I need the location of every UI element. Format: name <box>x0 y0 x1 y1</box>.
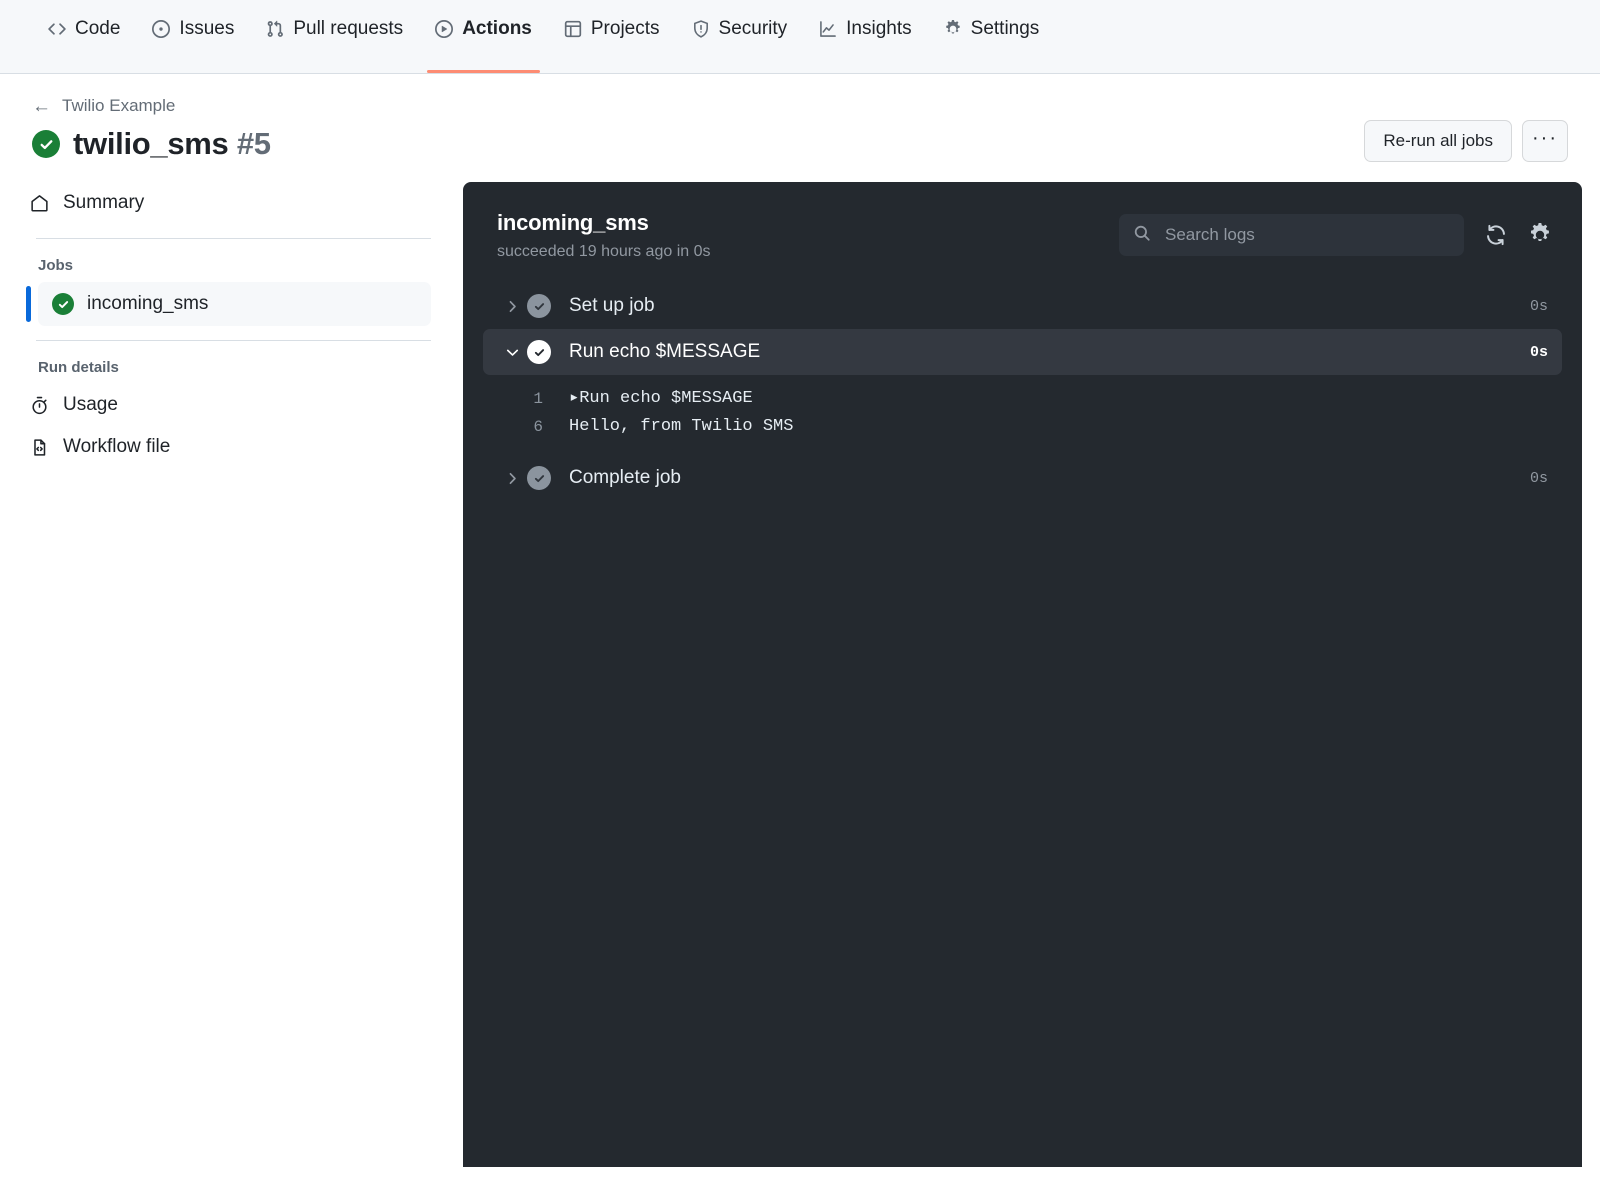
log-panel-controls <box>1119 214 1552 256</box>
run-number: #5 <box>237 126 271 161</box>
run-header-left: ← Twilio Example twilio_sms #5 <box>32 96 271 162</box>
sidebar-item-workflow-file[interactable]: Workflow file <box>18 426 431 468</box>
log-panel-title-block: incoming_sms succeeded 19 hours ago in 0… <box>497 210 710 261</box>
sidebar-item-summary[interactable]: Summary <box>18 182 431 224</box>
table-icon <box>564 20 582 38</box>
git-pull-request-icon <box>266 20 284 38</box>
refresh-icon[interactable] <box>1484 223 1508 247</box>
log-step-complete-job[interactable]: Complete job 0s <box>483 455 1562 501</box>
log-step-duration: 0s <box>1530 470 1548 487</box>
run-header: ← Twilio Example twilio_sms #5 Re-run al… <box>0 74 1600 162</box>
search-logs-box[interactable] <box>1119 214 1464 256</box>
repo-nav: Code Issues Pull requests Actions Projec… <box>0 0 1600 74</box>
log-line: 6 Hello, from Twilio SMS <box>483 413 1562 441</box>
nav-item-insights[interactable]: Insights <box>803 0 927 73</box>
chevron-right-icon <box>497 299 527 314</box>
nav-item-label: Pull requests <box>293 18 403 40</box>
code-icon <box>48 20 66 38</box>
nav-item-label: Actions <box>462 18 532 40</box>
back-link-label: Twilio Example <box>62 96 175 116</box>
log-step-run-echo-message[interactable]: Run echo $MESSAGE 0s <box>483 329 1562 375</box>
log-line: 1 ▸Run echo $MESSAGE <box>483 385 1562 413</box>
log-step-label: Set up job <box>569 295 1530 317</box>
nav-item-label: Code <box>75 18 120 40</box>
nav-item-projects[interactable]: Projects <box>548 0 676 73</box>
log-line-text: Hello, from Twilio SMS <box>569 413 793 441</box>
run-body: Summary Jobs incoming_sms Run details Us… <box>0 162 1600 1167</box>
nav-item-label: Insights <box>846 18 911 40</box>
log-step-label: Complete job <box>569 467 1530 489</box>
workflow-file-icon <box>30 438 49 457</box>
log-line-number: 6 <box>483 413 543 441</box>
nav-item-settings[interactable]: Settings <box>928 0 1056 73</box>
log-step-duration: 0s <box>1530 344 1548 361</box>
run-status-success-icon <box>32 130 60 158</box>
log-panel-header: incoming_sms succeeded 19 hours ago in 0… <box>463 182 1582 283</box>
stopwatch-icon <box>30 396 49 415</box>
nav-item-label: Security <box>719 18 788 40</box>
run-header-actions: Re-run all jobs ··· <box>1364 120 1568 162</box>
nav-item-issues[interactable]: Issues <box>136 0 250 73</box>
nav-item-label: Projects <box>591 18 660 40</box>
run-title-row: twilio_sms #5 <box>32 126 271 162</box>
sidebar-item-label: Summary <box>63 192 144 214</box>
play-icon <box>435 20 453 38</box>
shield-icon <box>692 20 710 38</box>
log-steps: Set up job 0s Run echo $MESSAGE 0s 1 ▸Ru… <box>463 283 1582 501</box>
run-title-text: twilio_sms <box>73 126 229 161</box>
nav-item-label: Settings <box>971 18 1040 40</box>
step-status-success-icon <box>527 294 551 318</box>
home-icon <box>30 194 49 213</box>
sidebar-item-label: Usage <box>63 394 118 416</box>
log-line-text: ▸Run echo $MESSAGE <box>569 385 753 413</box>
sidebar-job-label: incoming_sms <box>87 293 208 315</box>
log-step-label: Run echo $MESSAGE <box>569 341 1530 363</box>
nav-item-security[interactable]: Security <box>676 0 804 73</box>
rerun-all-jobs-button[interactable]: Re-run all jobs <box>1364 120 1512 162</box>
chevron-down-icon <box>497 345 527 360</box>
sidebar-item-label: Workflow file <box>63 436 170 458</box>
search-input[interactable] <box>1163 224 1450 246</box>
job-status-success-icon <box>52 293 74 315</box>
sidebar-item-usage[interactable]: Usage <box>18 384 431 426</box>
nav-item-label: Issues <box>179 18 234 40</box>
sidebar-item-job-incoming-sms[interactable]: incoming_sms <box>38 282 431 326</box>
page-title: twilio_sms #5 <box>73 126 271 162</box>
log-step-duration: 0s <box>1530 298 1548 315</box>
run-sidebar: Summary Jobs incoming_sms Run details Us… <box>0 182 463 1167</box>
sidebar-group-run-details: Run details <box>18 341 431 384</box>
log-output: 1 ▸Run echo $MESSAGE 6 Hello, from Twili… <box>483 375 1562 455</box>
nav-item-pull-requests[interactable]: Pull requests <box>250 0 419 73</box>
log-empty-area <box>463 501 1582 1167</box>
step-status-success-icon <box>527 466 551 490</box>
log-settings-gear-icon[interactable] <box>1528 223 1552 247</box>
step-status-success-icon <box>527 340 551 364</box>
issue-opened-icon <box>152 20 170 38</box>
log-job-name: incoming_sms <box>497 210 710 236</box>
log-step-set-up-job[interactable]: Set up job 0s <box>483 283 1562 329</box>
chevron-right-icon <box>497 471 527 486</box>
back-to-workflow-link[interactable]: ← Twilio Example <box>32 96 271 116</box>
more-options-button[interactable]: ··· <box>1522 120 1568 162</box>
sidebar-group-jobs: Jobs <box>18 239 431 282</box>
gear-icon <box>944 20 962 38</box>
nav-item-code[interactable]: Code <box>32 0 136 73</box>
log-panel: incoming_sms succeeded 19 hours ago in 0… <box>463 182 1582 1167</box>
nav-item-actions[interactable]: Actions <box>419 0 548 73</box>
log-job-status: succeeded 19 hours ago in 0s <box>497 243 710 261</box>
log-line-number: 1 <box>483 385 543 413</box>
search-icon <box>1133 224 1151 247</box>
graph-icon <box>819 20 837 38</box>
arrow-left-icon: ← <box>32 97 51 116</box>
